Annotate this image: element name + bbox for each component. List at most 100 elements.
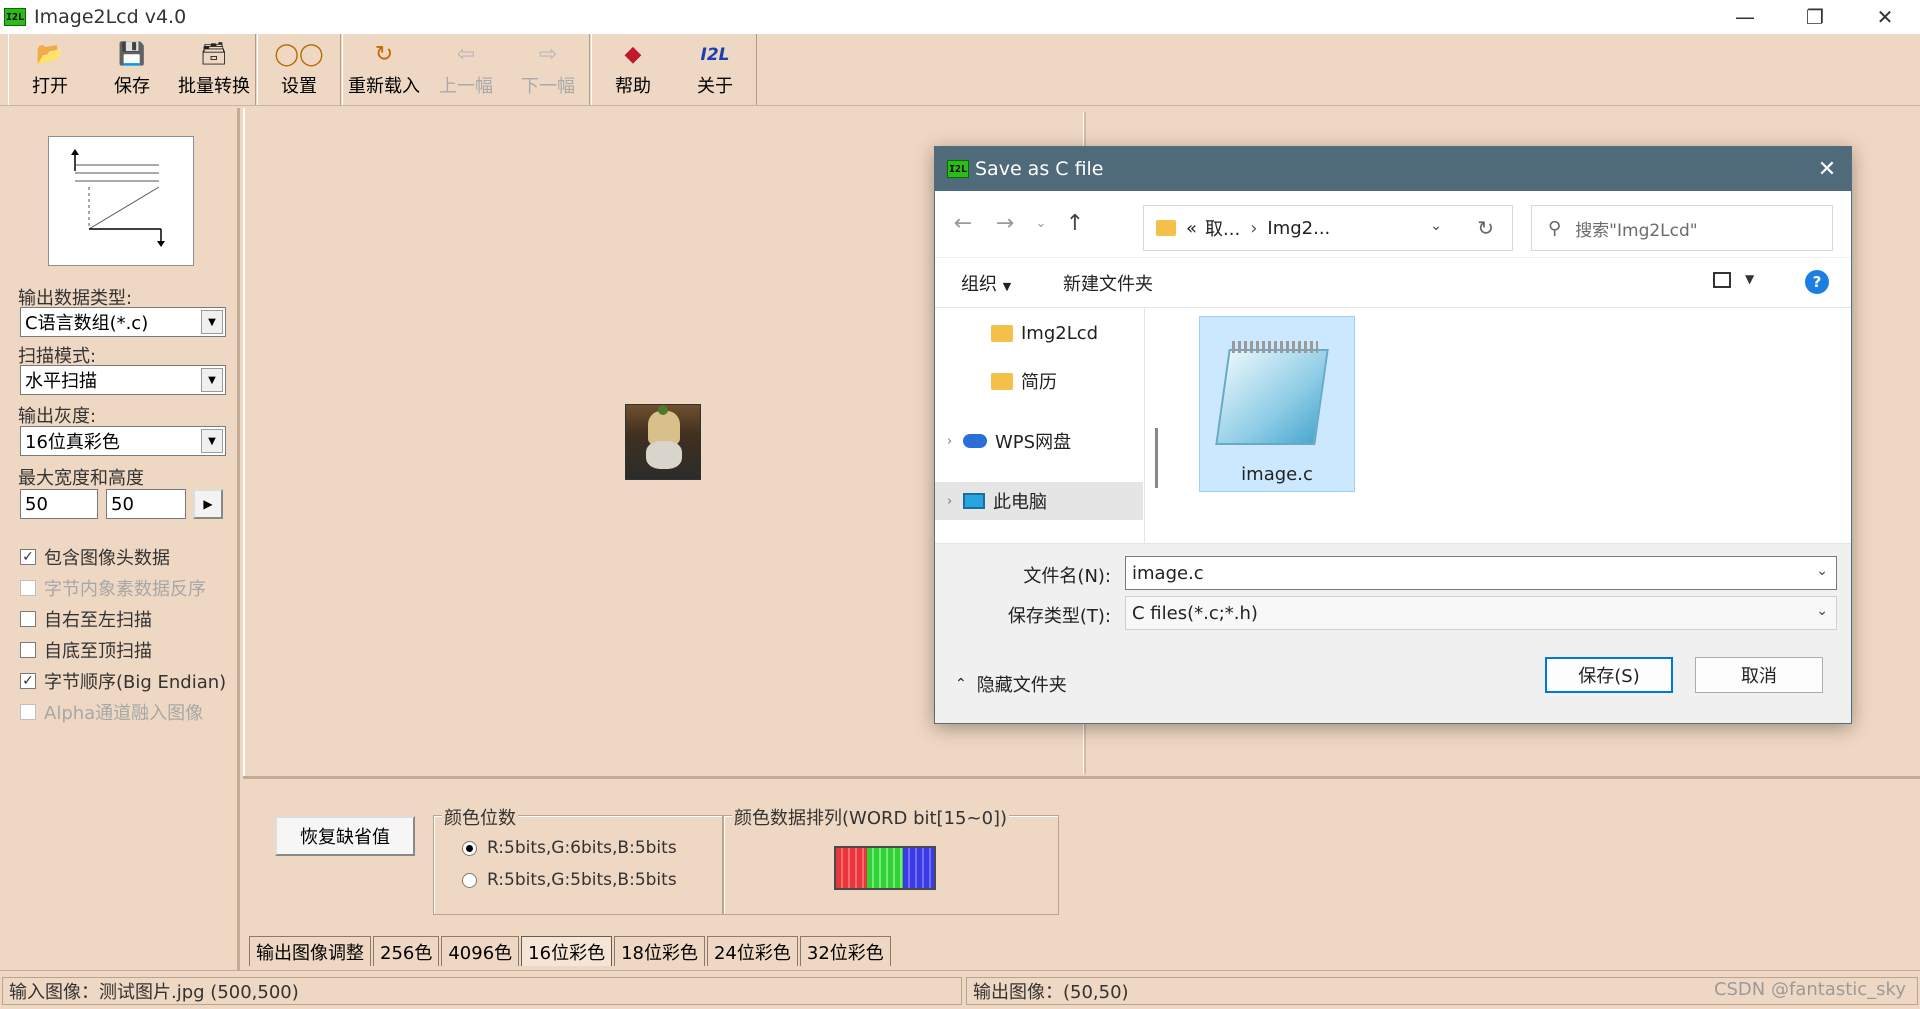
address-bar[interactable]: « 取... › Img2... ⌄ ↻ (1143, 205, 1513, 251)
checkbox-alpha-blend[interactable]: Alpha通道融入图像 (20, 699, 203, 725)
chevron-down-icon[interactable]: ▼ (201, 368, 223, 392)
max-width-input[interactable]: 50 (20, 489, 98, 519)
max-height-input[interactable]: 50 (106, 489, 186, 519)
settings-button[interactable]: ◯◯ 设置 (258, 34, 340, 105)
search-input[interactable]: ⚲ 搜索"Img2Lcd" (1531, 205, 1833, 251)
tab-output-adjust[interactable]: 输出图像调整 (249, 936, 371, 966)
chevron-down-icon[interactable]: ⌄ (1430, 218, 1442, 234)
restore-defaults-button[interactable]: 恢复缺省值 (275, 816, 415, 856)
save-button[interactable]: 💾 保存 (91, 34, 173, 105)
filetype-select[interactable]: C files(*.c;*.h) ⌄ (1125, 596, 1837, 630)
reload-button[interactable]: ↻ 重新载入 (343, 34, 425, 105)
color-order-title: 颜色数据排列(WORD bit[15~0]) (732, 804, 1010, 830)
scan-mode-select[interactable]: 水平扫描 ▼ (20, 365, 226, 395)
hide-folders-toggle[interactable]: ⌃ 隐藏文件夹 (955, 671, 1067, 697)
radio-565[interactable]: R:5bits,G:6bits,B:5bits (462, 838, 677, 858)
batch-convert-button[interactable]: 🗃 批量转换 (173, 34, 255, 105)
up-arrow-icon[interactable]: ↑ (1061, 209, 1089, 237)
restore-window-button[interactable]: ❐ (1780, 0, 1850, 34)
previous-image-button[interactable]: ⇦ 上一幅 (425, 34, 507, 105)
file-item[interactable]: image.c (1199, 316, 1355, 492)
radio-button[interactable] (462, 840, 477, 856)
filename-label: 文件名(N): (1023, 566, 1111, 587)
checkbox-box[interactable] (20, 611, 36, 627)
checkbox-box[interactable]: ✓ (20, 673, 36, 689)
toolbar-group-navigation: ↻ 重新载入 ⇦ 上一幅 ⇨ 下一幅 (342, 34, 590, 105)
about-button[interactable]: I2L 关于 (674, 34, 756, 105)
radio-button[interactable] (462, 872, 477, 888)
new-folder-button[interactable]: 新建文件夹 (1063, 270, 1153, 296)
gray-select[interactable]: 16位真彩色 ▼ (20, 426, 226, 456)
breadcrumb-part1[interactable]: 取... (1205, 215, 1240, 241)
checkbox-include-header[interactable]: ✓ 包含图像头数据 (20, 544, 170, 570)
arrow-right-icon: ⇨ (538, 42, 558, 67)
save-c-file-dialog: I2L Save as C file ✕ ← → ⌄ ↑ « 取... › Im… (934, 146, 1852, 724)
tab-4096-color[interactable]: 4096色 (441, 936, 520, 966)
radio-555[interactable]: R:5bits,G:5bits,B:5bits (462, 870, 677, 890)
tree-scrollbar[interactable] (1155, 428, 1158, 488)
tab-16bit-color[interactable]: 16位彩色 (521, 936, 613, 966)
close-icon[interactable]: ✕ (1813, 155, 1841, 183)
dialog-save-button[interactable]: 保存(S) (1545, 657, 1673, 693)
open-folder-icon: 📂 (36, 42, 64, 67)
chevron-down-icon[interactable]: ⌄ (1816, 603, 1828, 619)
checkbox-right-to-left[interactable]: 自右至左扫描 (20, 606, 152, 632)
chevron-down-icon[interactable]: ▼ (201, 310, 223, 334)
settings-panel: 输出数据类型: C语言数组(*.c) ▼ 扫描模式: 水平扫描 ▼ 输出灰度: … (0, 108, 240, 970)
apply-size-button[interactable]: ▶ (193, 489, 223, 519)
toolbar-group-file: 📂 打开 💾 保存 🗃 批量转换 (8, 34, 256, 105)
dialog-title-bar: I2L Save as C file ✕ (935, 147, 1851, 191)
window-controls: — ❐ ✕ (1710, 0, 1920, 34)
recent-locations-chevron-icon[interactable]: ⌄ (1027, 209, 1055, 237)
breadcrumb-part2[interactable]: Img2... (1267, 218, 1330, 239)
tree-item-img2lcd[interactable]: Img2Lcd (935, 314, 1143, 352)
close-window-button[interactable]: ✕ (1850, 0, 1920, 34)
open-button[interactable]: 📂 打开 (9, 34, 91, 105)
tree-item-this-pc[interactable]: › 此电脑 (935, 482, 1143, 520)
help-icon[interactable]: ? (1805, 270, 1829, 294)
batch-disk-icon: 🗃 (200, 42, 228, 67)
folder-icon (991, 324, 1013, 342)
dialog-save-form: 文件名(N): image.c ⌄ 保存类型(T): C files(*.c;*… (935, 543, 1851, 635)
forward-arrow-icon[interactable]: → (991, 209, 1019, 237)
tree-item-wps-cloud[interactable]: › WPS网盘 (935, 422, 1143, 460)
tab-24bit-color[interactable]: 24位彩色 (706, 936, 798, 966)
checkbox-box[interactable] (20, 580, 36, 596)
checkbox-box[interactable] (20, 642, 36, 658)
folder-icon (1156, 220, 1176, 236)
folder-icon (991, 372, 1013, 390)
checkbox-reverse-pixels[interactable]: 字节内象素数据反序 (20, 575, 206, 601)
reload-icon: ↻ (374, 42, 394, 67)
help-button[interactable]: ◆ 帮助 (592, 34, 674, 105)
tab-32bit-color[interactable]: 32位彩色 (799, 936, 891, 966)
dialog-cancel-button[interactable]: 取消 (1695, 657, 1823, 693)
scan-mode-preview (48, 136, 194, 266)
status-bar: 输入图像：测试图片.jpg (500,500) 输出图像：(50,50) CSD… (0, 970, 1920, 1009)
checkbox-big-endian[interactable]: ✓ 字节顺序(Big Endian) (20, 668, 226, 694)
checkbox-bottom-to-top[interactable]: 自底至顶扫描 (20, 637, 152, 663)
chevron-right-icon[interactable]: › (947, 494, 963, 509)
minimize-button[interactable]: — (1710, 0, 1780, 34)
color-settings-panel: 恢复缺省值 颜色位数 R:5bits,G:6bits,B:5bits R:5bi… (243, 776, 1920, 934)
tree-item-resume[interactable]: 简历 (935, 362, 1143, 400)
scan-direction-icon (71, 149, 165, 247)
chevron-down-icon[interactable]: ▼ (201, 429, 223, 453)
filename-input[interactable]: image.c ⌄ (1125, 556, 1837, 590)
chevron-down-icon[interactable]: ▼ (1745, 272, 1754, 286)
tab-18bit-color[interactable]: 18位彩色 (614, 936, 705, 966)
dialog-navigation: ← → ⌄ ↑ « 取... › Img2... ⌄ ↻ ⚲ 搜索"Img2Lc… (935, 191, 1851, 257)
next-image-button[interactable]: ⇨ 下一幅 (507, 34, 589, 105)
organize-button[interactable]: 组织 ▼ (961, 270, 1011, 296)
color-tabs: 输出图像调整 256色 4096色 16位彩色 18位彩色 24位彩色 32位彩… (249, 936, 893, 966)
back-arrow-icon[interactable]: ← (949, 209, 977, 237)
chevron-right-icon[interactable]: › (947, 434, 963, 449)
help-book-icon: ◆ (624, 42, 642, 67)
chevron-up-icon: ⌃ (955, 676, 967, 692)
checkbox-box[interactable]: ✓ (20, 549, 36, 565)
chevron-down-icon[interactable]: ⌄ (1816, 563, 1828, 579)
checkbox-box[interactable] (20, 704, 36, 720)
output-type-select[interactable]: C语言数组(*.c) ▼ (20, 307, 226, 337)
view-mode-icon[interactable] (1713, 272, 1731, 288)
tab-256-color[interactable]: 256色 (373, 936, 440, 966)
refresh-icon[interactable]: ↻ (1477, 216, 1494, 240)
